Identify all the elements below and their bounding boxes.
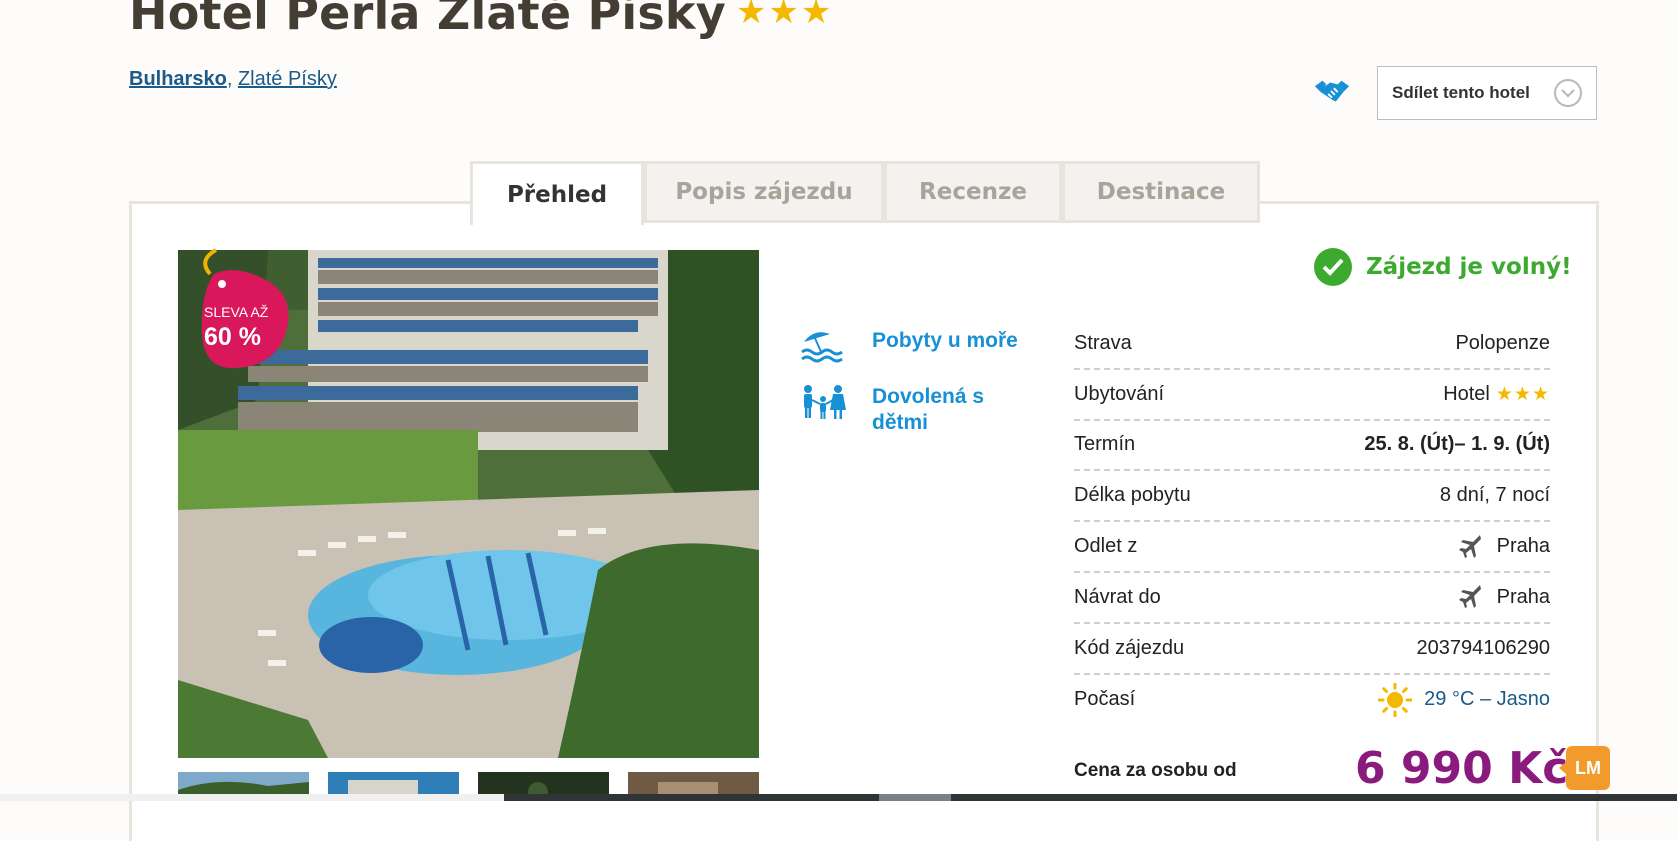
breadcrumb-separator: , (226, 68, 233, 90)
availability-text: Zájezd je volný! (1366, 254, 1572, 280)
hotel-name: Hotel Perla Zlaté Písky (129, 0, 726, 40)
handshake-icon (1314, 80, 1350, 102)
plane-icon (1458, 534, 1481, 558)
share-hotel-button[interactable]: Sdílet tento hotel (1377, 66, 1597, 120)
detail-value: Hotel (1443, 382, 1490, 405)
breadcrumb-country-link[interactable]: Bulharsko (129, 68, 227, 90)
detail-label: Odlet z (1074, 535, 1138, 558)
detail-value: Polopenze (1455, 331, 1550, 354)
bottom-scrollbar[interactable] (0, 794, 1677, 801)
discount-tag-line1: SLEVA AŽ (204, 304, 269, 320)
category-beach[interactable]: Pobyty u moře (800, 328, 1032, 364)
scrollbar-track-left (0, 794, 504, 801)
detail-value-group: Hotel ★★★ (1443, 383, 1550, 406)
detail-row-length: Délka pobytu 8 dní, 7 nocí (1074, 471, 1550, 523)
detail-row-departure: Odlet z Praha (1074, 522, 1550, 573)
detail-row-weather: Počasí 29 °C – Jasno (1074, 675, 1550, 726)
detail-value: Praha (1496, 535, 1550, 558)
detail-label: Návrat do (1074, 585, 1161, 608)
price-value: 6 990 Kč (1355, 743, 1569, 794)
share-label: Sdílet tento hotel (1392, 83, 1530, 102)
plane-icon (1458, 585, 1481, 609)
detail-row-date: Termín 25. 8. (Út)– 1. 9. (Út) (1074, 421, 1550, 472)
checkmark-icon (1314, 248, 1352, 286)
price-label: Cena za osobu od (1074, 760, 1237, 781)
hotel-title: Hotel Perla Zlaté Písky ★★★ (129, 0, 833, 40)
breadcrumb-resort-link[interactable]: Zlaté Písky (238, 68, 337, 90)
detail-label: Kód zájezdu (1074, 636, 1185, 659)
tab-popis-zajezdu[interactable]: Popis zájezdu (644, 161, 884, 223)
category-family-label: Dovolená s dětmi (872, 385, 985, 434)
last-minute-badge: LM (1559, 746, 1610, 790)
detail-value-group: Praha (1458, 534, 1550, 559)
detail-value: 203794106290 (1416, 636, 1550, 659)
detail-value-group: Praha (1458, 585, 1550, 609)
family-icon (804, 385, 846, 419)
breadcrumb: Bulharsko, Zlaté Písky (129, 68, 337, 91)
detail-value: 29 °C – Jasno (1424, 688, 1550, 711)
beach-icon (801, 332, 843, 363)
detail-row-return: Návrat do Praha (1074, 573, 1550, 624)
scrollbar-thumb[interactable] (879, 794, 951, 801)
tab-bar: Přehled Popis zájezdu Recenze Destinace (470, 161, 1260, 225)
detail-row-code: Kód zájezdu 203794106290 (1074, 624, 1550, 675)
category-family[interactable]: Dovolená s dětmi (800, 384, 1032, 436)
trip-categories: Pobyty u moře Dovolená s dětmi (800, 328, 1032, 456)
detail-label: Počasí (1074, 688, 1136, 711)
detail-label: Termín (1074, 433, 1136, 456)
sun-icon (1378, 682, 1413, 717)
category-beach-label: Pobyty u moře (872, 329, 1018, 352)
detail-label: Délka pobytu (1074, 484, 1191, 507)
detail-row-accommodation: Ubytování Hotel ★★★ (1074, 370, 1550, 421)
hotel-stars-icon: ★★★ (735, 0, 834, 32)
discount-tag-line2: 60 % (204, 323, 261, 351)
trip-details: Strava Polopenze Ubytování Hotel ★★★ Term… (1074, 319, 1550, 725)
availability-status: Zájezd je volný! (1314, 248, 1572, 286)
detail-value: 25. 8. (Út)– 1. 9. (Út) (1364, 433, 1550, 456)
detail-value: Praha (1496, 585, 1550, 608)
tab-prehled[interactable]: Přehled (470, 161, 644, 225)
discount-tag: SLEVA AŽ 60 % (201, 248, 289, 369)
chevron-down-icon (1554, 79, 1582, 107)
tab-recenze[interactable]: Recenze (884, 161, 1062, 223)
star-rating-icon: ★★★ (1495, 383, 1550, 405)
detail-value: 8 dní, 7 nocí (1439, 484, 1550, 507)
detail-label: Strava (1074, 331, 1132, 354)
detail-row-meals: Strava Polopenze (1074, 319, 1550, 370)
detail-label: Ubytování (1074, 382, 1165, 405)
detail-value-group[interactable]: 29 °C – Jasno (1378, 682, 1550, 717)
tab-destinace[interactable]: Destinace (1062, 161, 1260, 223)
